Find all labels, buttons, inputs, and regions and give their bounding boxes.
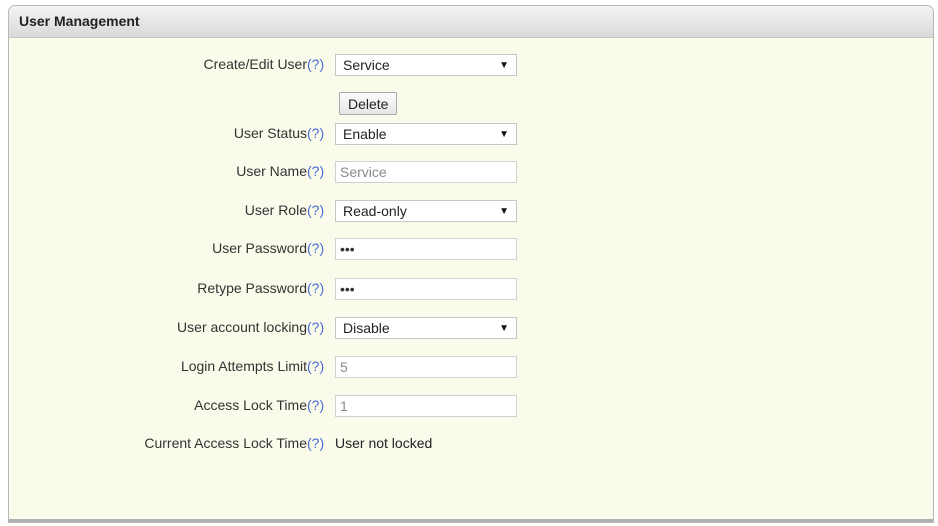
create-edit-user-label: Create/Edit User <box>203 56 307 72</box>
login-attempts-row: Login Attempts Limit (?) <box>9 356 933 378</box>
user-password-row: User Password (?) <box>9 238 933 260</box>
user-management-panel: User Management Create/Edit User (?) Ser… <box>8 5 934 523</box>
login-attempts-help-icon[interactable]: (?) <box>307 358 324 374</box>
user-status-select[interactable]: Enable ▼ <box>335 123 517 145</box>
user-role-select[interactable]: Read-only ▼ <box>335 200 517 222</box>
delete-row: Delete <box>9 92 933 115</box>
dropdown-arrow-icon: ▼ <box>499 206 509 217</box>
user-role-label: User Role <box>244 202 307 218</box>
current-lock-time-label: Current Access Lock Time <box>144 435 307 451</box>
current-lock-time-help-icon[interactable]: (?) <box>307 435 324 451</box>
create-edit-user-row: Create/Edit User (?) Service ▼ <box>9 54 933 76</box>
access-lock-time-input[interactable] <box>335 395 517 417</box>
account-locking-row: User account locking (?) Disable ▼ <box>9 317 933 339</box>
dropdown-arrow-icon: ▼ <box>499 323 509 334</box>
retype-password-help-icon[interactable]: (?) <box>307 280 324 296</box>
user-role-row: User Role (?) Read-only ▼ <box>9 200 933 222</box>
login-attempts-input[interactable] <box>335 356 517 378</box>
account-locking-select[interactable]: Disable ▼ <box>335 317 517 339</box>
access-lock-time-label: Access Lock Time <box>194 397 307 413</box>
dropdown-arrow-icon: ▼ <box>499 60 509 71</box>
retype-password-row: Retype Password (?) <box>9 278 933 300</box>
user-status-row: User Status (?) Enable ▼ <box>9 123 933 145</box>
access-lock-time-help-icon[interactable]: (?) <box>307 397 324 413</box>
current-lock-time-value: User not locked <box>335 435 433 451</box>
user-name-label: User Name <box>236 163 307 179</box>
user-password-label: User Password <box>212 240 307 256</box>
retype-password-label: Retype Password <box>197 280 307 296</box>
user-status-label: User Status <box>233 125 307 141</box>
user-name-row: User Name (?) <box>9 161 933 183</box>
user-password-input[interactable] <box>335 238 517 260</box>
access-lock-time-row: Access Lock Time (?) <box>9 395 933 417</box>
dropdown-arrow-icon: ▼ <box>499 129 509 140</box>
create-edit-user-value: Service <box>343 57 390 73</box>
login-attempts-label: Login Attempts Limit <box>180 358 307 374</box>
user-status-help-icon[interactable]: (?) <box>307 125 324 141</box>
user-role-help-icon[interactable]: (?) <box>307 202 324 218</box>
user-role-value: Read-only <box>343 203 407 219</box>
panel-title: User Management <box>9 6 933 38</box>
create-edit-user-help-icon[interactable]: (?) <box>307 56 324 72</box>
account-locking-help-icon[interactable]: (?) <box>307 319 324 335</box>
current-lock-time-row: Current Access Lock Time (?) User not lo… <box>9 433 933 455</box>
user-name-help-icon[interactable]: (?) <box>307 163 324 179</box>
account-locking-value: Disable <box>343 320 390 336</box>
user-status-value: Enable <box>343 126 387 142</box>
retype-password-input[interactable] <box>335 278 517 300</box>
panel-bottom-border <box>9 519 933 522</box>
delete-button[interactable]: Delete <box>339 92 398 115</box>
create-edit-user-select[interactable]: Service ▼ <box>335 54 517 76</box>
user-password-help-icon[interactable]: (?) <box>307 240 324 256</box>
user-name-input[interactable] <box>335 161 517 183</box>
account-locking-label: User account locking <box>177 319 307 335</box>
